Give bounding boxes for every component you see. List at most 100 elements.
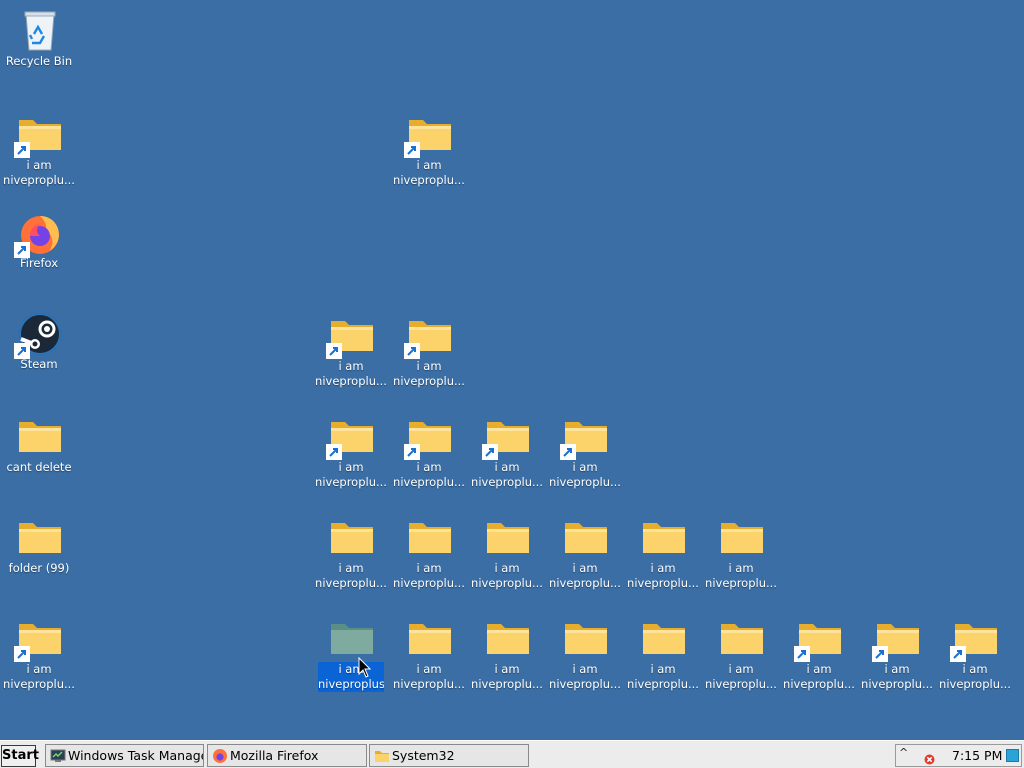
shortcut-arrow-icon (326, 343, 342, 359)
task-label: Windows Task Manager (68, 748, 204, 763)
shortcut-arrow-icon (404, 142, 420, 158)
shortcut-arrow-icon (404, 444, 420, 460)
icon-label: i am niveproplu... (627, 662, 699, 691)
folder-shortcut[interactable]: i am niveproplu... (547, 408, 623, 504)
task-manager-icon (50, 749, 66, 762)
icon-label: i am niveproplu... (549, 460, 621, 489)
icon-label: i am niveproplu... (3, 158, 75, 187)
clock[interactable]: 7:15 PM (952, 748, 1002, 763)
show-desktop-button[interactable] (1006, 749, 1019, 762)
mouse-cursor-icon (358, 657, 372, 678)
icon-label: i am niveproplu... (315, 359, 387, 388)
taskbar-task-manager[interactable]: Windows Task Manager (45, 744, 204, 767)
icon-label: i am niveproplu... (627, 561, 699, 590)
icon-label: i am niveproplu... (315, 460, 387, 489)
shortcut-arrow-icon (794, 646, 810, 662)
icon-label: i am niveproplu... (393, 460, 465, 489)
folder-shortcut[interactable]: i am niveproplu... (391, 408, 467, 504)
folder[interactable]: i am niveproplu... (547, 509, 623, 605)
shortcut-arrow-icon (560, 444, 576, 460)
error-icon[interactable] (924, 754, 935, 765)
folder-shortcut[interactable]: i am niveproplu... (1, 106, 77, 202)
recycle-bin-icon (24, 11, 56, 51)
taskbar-firefox[interactable]: Mozilla Firefox (207, 744, 367, 767)
folder[interactable]: i am niveproplu... (391, 509, 467, 605)
taskbar-system32[interactable]: System32 (369, 744, 529, 767)
icon-label: i am niveproplu... (393, 662, 465, 691)
task-label: System32 (392, 748, 455, 763)
folder-icon (17, 414, 63, 460)
shortcut-arrow-icon (482, 444, 498, 460)
shortcut-arrow-icon (326, 444, 342, 460)
icon-label: i am niveproplu... (783, 662, 855, 691)
shortcut-arrow-icon (14, 142, 30, 158)
icon-label: i am niveproplu... (393, 359, 465, 388)
folder[interactable]: i am niveproplu... (469, 610, 545, 706)
icon-label: i am niveproplu... (393, 561, 465, 590)
icon-label: i am niveproplu... (393, 158, 465, 187)
icon-label: i am niveproplus (318, 662, 384, 692)
shortcut-arrow-icon (14, 646, 30, 662)
folder-shortcut[interactable]: i am niveproplu... (391, 307, 467, 403)
folder-shortcut[interactable]: i am niveproplu... (859, 610, 935, 706)
folder[interactable]: i am niveproplu... (391, 610, 467, 706)
icon-label: Steam (20, 357, 58, 371)
folder[interactable]: i am niveproplu... (547, 610, 623, 706)
folder-icon (329, 515, 375, 561)
icon-label: Firefox (19, 256, 59, 270)
icon-label: i am niveproplu... (549, 561, 621, 590)
folder-cant-delete[interactable]: cant delete (1, 408, 77, 504)
start-button[interactable]: Start (1, 745, 39, 767)
folder-icon (485, 616, 531, 662)
taskbar: Start Windows Task Manager Mozilla Firef… (0, 740, 1024, 768)
folder-shortcut[interactable]: i am niveproplu... (391, 106, 467, 202)
folder-icon (17, 515, 63, 561)
folder-icon (641, 616, 687, 662)
icon-label: i am niveproplu... (549, 662, 621, 691)
folder-icon (719, 515, 765, 561)
folder[interactable]: i am niveproplu... (313, 509, 389, 605)
folder-shortcut[interactable]: i am niveproplu... (1, 610, 77, 706)
icon-label: i am niveproplu... (705, 561, 777, 590)
folder[interactable]: i am niveproplu... (703, 509, 779, 605)
icon-label: folder (99) (8, 561, 70, 575)
folder-icon (375, 751, 389, 762)
folder-icon (485, 515, 531, 561)
recycle-bin-icon[interactable]: Recycle Bin (1, 2, 77, 98)
folder-shortcut[interactable]: i am niveproplu... (469, 408, 545, 504)
folder-shortcut[interactable]: i am niveproplu... (313, 408, 389, 504)
firefox-shortcut[interactable]: Firefox (1, 204, 77, 300)
folder[interactable]: i am niveproplu... (625, 509, 701, 605)
show-hidden-icons-button[interactable]: ^ (899, 746, 908, 759)
folder-icon (641, 515, 687, 561)
system-tray: ^ 7:15 PM (895, 744, 1022, 767)
folder-shortcut[interactable]: i am niveproplu... (781, 610, 857, 706)
shortcut-arrow-icon (950, 646, 966, 662)
desktop: Recycle Bin i am niveproplu... i am nive… (0, 0, 1024, 740)
folder[interactable]: i am niveproplu... (625, 610, 701, 706)
folder-icon (563, 616, 609, 662)
shortcut-arrow-icon (872, 646, 888, 662)
icon-label: i am niveproplu... (3, 662, 75, 691)
folder-shortcut[interactable]: i am niveproplu... (313, 307, 389, 403)
folder-icon (407, 515, 453, 561)
folder-shortcut[interactable]: i am niveproplu... (937, 610, 1013, 706)
folder-icon (329, 616, 375, 662)
icon-label: i am niveproplu... (705, 662, 777, 691)
folder[interactable]: i am niveproplu... (703, 610, 779, 706)
icon-label: i am niveproplu... (471, 561, 543, 590)
folder-99[interactable]: folder (99) (1, 509, 77, 605)
icon-label: Recycle Bin (5, 54, 73, 68)
task-label: Mozilla Firefox (230, 748, 319, 763)
icon-label: i am niveproplu... (471, 460, 543, 489)
steam-shortcut[interactable]: Steam (1, 305, 77, 401)
shortcut-arrow-icon (404, 343, 420, 359)
folder-icon (719, 616, 765, 662)
icon-label: cant delete (6, 460, 72, 474)
folder[interactable]: i am niveproplu... (469, 509, 545, 605)
firefox-icon (213, 749, 227, 763)
icon-label: i am niveproplu... (315, 561, 387, 590)
folder-selected[interactable]: i am niveproplus (313, 610, 389, 706)
folder-icon (563, 515, 609, 561)
icon-label: i am niveproplu... (861, 662, 933, 691)
